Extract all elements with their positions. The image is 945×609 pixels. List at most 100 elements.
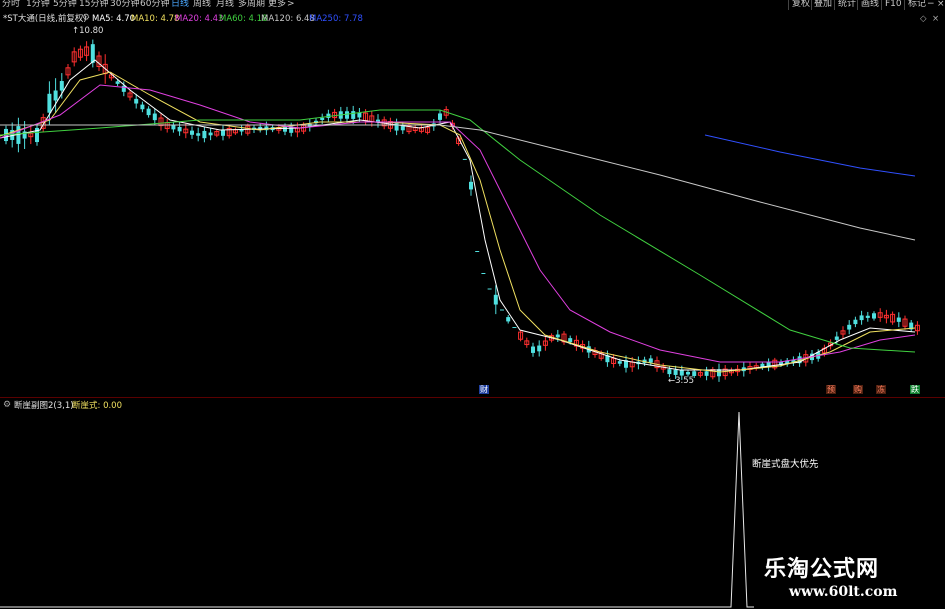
period-tab-fenshi[interactable]: 分时 [2,0,20,10]
candle-body-down [679,370,684,376]
toolbar-separator [811,0,812,10]
statistics-button[interactable]: 统计 [838,0,856,10]
ma120-line [0,124,916,241]
watermark-url: www.60lt.com [789,584,898,600]
candle-body-down [134,98,139,104]
period-tab-30min[interactable]: 30分钟 [110,0,139,10]
toolbar-separator [788,0,789,10]
candle-body-down [47,93,52,113]
watermark-logo: 乐淘公式网 www.60lt.com [754,543,945,609]
minimize-icon[interactable]: − [927,0,935,10]
event-tag-finance[interactable]: 财 [479,385,489,394]
candle-body-down [357,112,362,118]
period-tab-5min[interactable]: 5分钟 [53,0,77,10]
price-chart-panel[interactable]: *ST大通(日线,前复权) ⚙ MA5: 4.70 MA10: 4.78 MA2… [0,10,945,398]
diamond-icon[interactable]: ◇ [920,14,927,24]
period-tab-15min[interactable]: 15分钟 [79,0,108,10]
candle-body-down [283,126,287,132]
overlay-button[interactable]: 叠加 [814,0,832,10]
period-tab-more[interactable]: 更多 [268,0,286,10]
candle-body-down [648,358,653,363]
fuquan-button[interactable]: 复权 [792,0,810,10]
candle-body-down [208,132,213,136]
low-price-value: 3.55 [675,376,695,386]
candle-body-down [617,361,622,364]
candle-body-down [834,336,839,340]
candle-body-down [537,345,542,352]
period-tab-monthly[interactable]: 月线 [216,0,234,10]
candle-body-down [686,371,690,375]
candle-body-down [196,133,201,136]
ma60-line [0,109,916,353]
draw-line-button[interactable]: 画线 [861,0,879,10]
toolbar-separator [857,0,858,10]
candle-body-down [53,90,58,101]
toolbar-separator [881,0,882,10]
candle-body-down [853,319,858,325]
watermark-title: 乐淘公式网 [764,556,880,582]
event-tag-drop[interactable]: 跌 [910,385,920,394]
ma250-line [704,134,916,177]
candle-body-down [202,130,207,139]
candle-body-down [531,346,535,353]
stock-title: *ST大通(日线,前复权) [3,14,87,24]
candle-body-down [704,371,709,376]
ma10-line [0,71,916,373]
candle-body-down [872,313,876,319]
mark-button[interactable]: 标记 [908,0,926,10]
candle-body-down [555,334,560,338]
indicator-annotation: 断崖式盘大优先 [752,459,819,470]
event-tag-buyback[interactable]: 购 [853,385,863,394]
candle-body-down [896,317,901,322]
event-tag-forecast[interactable]: 预 [826,385,836,394]
toolbar-separator [834,0,835,10]
period-tab-daily[interactable]: 日线 [171,0,189,10]
candle-body-down [152,113,157,121]
high-price-value: 10.80 [79,26,104,36]
indicator-title: 断崖副图2(3,1) [14,401,74,411]
candle-body-down [140,104,145,110]
close-icon[interactable]: × [937,0,945,10]
candle-body-down [171,125,176,130]
period-tab-weekly[interactable]: 周线 [193,0,211,10]
f10-button[interactable]: F10 [885,0,902,10]
settings-gear-icon[interactable]: ⚙ [3,400,11,410]
candle-body-down [469,181,473,190]
candle-body-down [493,294,498,305]
high-price-label: ↑10.80 [72,26,104,36]
candle-body-down [438,113,442,120]
event-tag-freeze[interactable]: 冻 [876,385,886,394]
indicator-value: 断崖式: 0.00 [72,401,122,411]
candle-body-down [400,126,405,131]
settings-gear-icon[interactable]: ⚙ [82,13,90,23]
period-tab-60min[interactable]: 60分钟 [140,0,169,10]
ma20-legend: MA20: 4.43 [175,14,224,24]
candle-body-down [146,108,151,116]
period-toolbar: 分时 1分钟 5分钟 15分钟 30分钟 60分钟 日线 周线 月线 多周期 更… [0,0,945,10]
low-price-label: ←3.55 [668,376,695,386]
candle-body-down [865,315,870,318]
period-tab-1min[interactable]: 1分钟 [26,0,50,10]
ma250-legend: MA250: 7.78 [309,14,363,24]
ma5-line [0,59,916,371]
candle-body-down [506,317,511,322]
candle-body-down [847,324,852,330]
candle-body-down [221,129,225,136]
kline-chart[interactable] [0,10,945,398]
period-tab-multi[interactable]: 多周期 [238,0,265,10]
ma10-legend: MA10: 4.78 [131,14,180,24]
candle-body-down [568,338,573,343]
candle-body-down [190,130,194,135]
ma5-legend: MA5: 4.70 [92,14,136,24]
candle-body-down [59,81,64,91]
candle-body-down [177,126,182,132]
ma20-line [0,84,916,363]
close-icon[interactable]: × [932,14,939,24]
toolbar-separator [904,0,905,10]
candle-body-down [115,81,120,84]
ma120-legend: MA120: 6.48 [261,14,315,24]
candle-body-down [667,369,672,375]
candle-body-down [345,111,349,119]
chevron-right-icon[interactable]: > [287,0,295,10]
candle-body-down [673,369,678,375]
